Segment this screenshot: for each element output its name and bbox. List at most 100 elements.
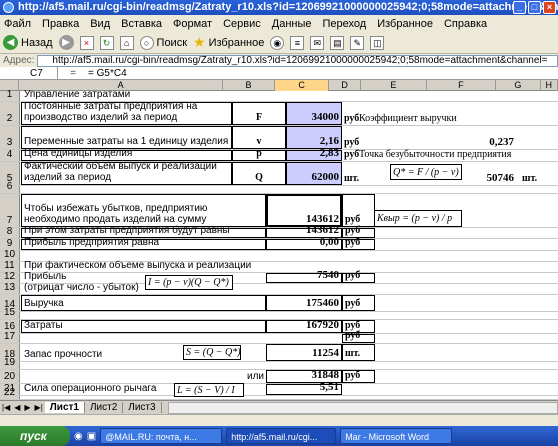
cell-b20[interactable]: или [232,370,266,383]
row-header[interactable]: 15 [0,307,20,319]
first-sheet-icon[interactable]: |◀ [0,403,12,412]
menu-go[interactable]: Переход [323,18,367,30]
print-icon[interactable]: ▤ [330,35,345,50]
cell-d20[interactable]: руб [342,370,375,383]
address-input[interactable]: http://af5.mail.ru/cgi-bin/readmsg/Zatra… [37,54,558,67]
sheet-tab-1[interactable]: Лист1 [44,402,85,413]
row-header[interactable]: 17 [0,331,20,343]
column-header-g[interactable]: G [496,80,541,91]
cell-c14[interactable]: 175460 [266,295,342,311]
stop-icon[interactable]: × [79,35,94,50]
search-button[interactable]: ○ Поиск [139,34,187,52]
cell-d3[interactable]: руб [342,126,375,149]
cell-c18[interactable]: 11254 [266,344,342,361]
row-header[interactable]: 1 [0,89,20,101]
column-header-b[interactable]: B [223,80,276,91]
cell-c7[interactable]: 143612 [266,194,342,227]
menu-view[interactable]: Вид [90,18,110,30]
horizontal-scrollbar[interactable] [167,401,558,414]
row-header[interactable]: 19 [0,357,20,369]
discuss-icon[interactable]: ◫ [370,35,385,50]
cell-c5[interactable]: 62000 [286,162,342,185]
cell-c2[interactable]: 34000 [286,102,342,125]
row-header[interactable]: 6 [0,181,20,193]
cell-d12[interactable]: руб [342,270,375,283]
row-header[interactable]: 4 [0,149,20,161]
name-box[interactable]: C7 [0,66,58,80]
spreadsheet-grid[interactable]: A B C D E F G H 1 Управление затратами 2… [0,80,558,400]
menu-help[interactable]: Справка [444,18,487,30]
column-header-c[interactable]: C [275,80,330,91]
menu-data[interactable]: Данные [272,18,312,30]
prev-sheet-icon[interactable]: ◀ [12,403,22,412]
history-icon[interactable]: ≡ [290,35,305,50]
formula-input[interactable]: = G5*C4 [88,68,127,79]
cell-b4[interactable]: p [232,148,286,161]
cell-b3[interactable]: v [232,126,286,149]
cell-d17[interactable]: руб [342,330,375,343]
cell-a1[interactable]: Управление затратами [22,89,132,101]
cell-a13[interactable]: (отрицат число - убыток) [22,282,141,294]
sheet-tab-3[interactable]: Лист3 [123,402,162,413]
cell-d14[interactable]: руб [342,295,375,311]
cell-a3[interactable]: Переменные затраты на 1 единицу изделия [21,126,232,149]
taskbar-item-mail[interactable]: @MAIL.RU: почта, н... [100,428,223,444]
cell-d18[interactable]: шт. [342,344,375,361]
cell-a14[interactable]: Выручка [21,295,266,311]
column-header-f[interactable]: F [427,80,497,91]
taskbar-item-word[interactable]: Mar - Microsoft Word [340,428,453,444]
cell-c12[interactable]: 7540 [266,270,342,283]
cell-c21[interactable]: 5,51 [266,382,342,395]
cell-e4[interactable]: Точка безубыточности предприятия [357,149,513,161]
refresh-icon[interactable]: ↻ [99,35,114,50]
menu-tools[interactable]: Сервис [223,18,261,30]
cell-a18[interactable]: Запас прочности [22,344,104,361]
quicklaunch-icon[interactable]: ▣ [87,431,96,442]
menu-file[interactable]: Файл [4,18,31,30]
maximize-button[interactable]: □ [528,1,541,14]
cell-h5[interactable]: шт. [520,162,539,185]
minimize-button[interactable]: _ [513,1,526,14]
back-button[interactable]: ◀ Назад [3,34,53,52]
column-header-d[interactable]: D [329,80,362,91]
cell-c16[interactable]: 167920 [266,320,342,333]
row-header[interactable]: 2 [0,102,20,125]
menu-insert[interactable]: Вставка [121,18,162,30]
media-icon[interactable]: ◉ [270,35,285,50]
close-button[interactable]: × [543,1,556,14]
cell-b2[interactable]: F [232,102,286,125]
cell-g3[interactable]: 0,237 [460,126,516,149]
column-header-e[interactable]: E [361,80,427,91]
next-sheet-icon[interactable]: ▶ [22,403,32,412]
favorites-button[interactable]: ★ Избранное [193,34,264,52]
cell-d5[interactable]: шт. [342,162,375,185]
cell-c9[interactable]: 0,00 [266,237,342,250]
row-header[interactable]: 13 [0,282,20,294]
home-icon[interactable]: ⌂ [119,35,134,50]
taskbar-item-browser[interactable]: http://af5.mail.ru/cgi... [226,428,337,444]
forward-arrow-icon[interactable]: ▶ [58,35,74,50]
cell-c3[interactable]: 2,16 [286,126,342,149]
cell-a9[interactable]: Прибыль предприятия равна [21,237,266,250]
cell-a16[interactable]: Затраты [21,320,266,333]
edit-icon[interactable]: ✎ [350,35,365,50]
cell-c4[interactable]: 2,83 [286,148,342,161]
row-header[interactable]: 7 [0,194,20,227]
column-header-h[interactable]: H [541,80,558,91]
cell-a4[interactable]: Цена единицы изделия [21,148,232,161]
row-header[interactable]: 20 [0,370,20,383]
quicklaunch-icon[interactable]: ◉ [74,431,83,442]
menu-favorites[interactable]: Избранное [377,18,433,30]
cell-b5[interactable]: Q [232,162,286,185]
last-sheet-icon[interactable]: ▶| [33,403,45,412]
cell-e2[interactable]: Коэффициент выручки [357,102,459,125]
menu-format[interactable]: Формат [173,18,212,30]
mail-icon[interactable]: ✉ [310,35,325,50]
cell-d9[interactable]: руб [342,237,375,250]
cell-a7[interactable]: Чтобы избежать убытков, предприятию необ… [21,194,266,227]
cell-a21[interactable]: Сила операционного рычага [22,383,158,395]
row-header[interactable]: 8 [0,226,20,238]
row-header[interactable]: 22 [0,387,20,399]
cell-g5[interactable]: 50746 [460,162,516,185]
cell-a5[interactable]: Фактический объем выпуск и реализации из… [21,161,232,185]
